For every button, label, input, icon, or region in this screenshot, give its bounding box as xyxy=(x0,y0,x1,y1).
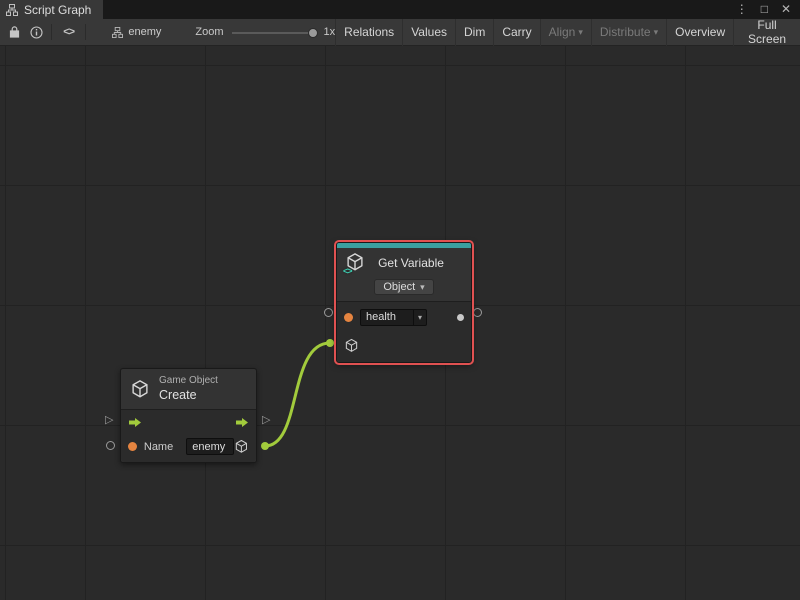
zoom-slider-track xyxy=(232,32,318,34)
scope-row: Object ▾ xyxy=(337,274,471,301)
node-title: Get Variable xyxy=(369,256,463,270)
flow-out-arrow-icon[interactable] xyxy=(235,417,249,428)
kebab-menu-icon[interactable]: ⋮ xyxy=(736,0,748,19)
info-icon[interactable] xyxy=(26,19,48,46)
node-body: health ▾ xyxy=(337,302,471,362)
toolbar-buttons: Relations Values Dim Carry Align ▾ Distr… xyxy=(335,19,800,46)
node-category: Game Object xyxy=(159,375,218,388)
zoom-slider[interactable] xyxy=(232,19,318,46)
align-button[interactable]: Align ▾ xyxy=(540,19,591,46)
values-button[interactable]: Values xyxy=(402,19,455,46)
value-input-dot[interactable] xyxy=(344,313,353,322)
node-create-game-object[interactable]: Game Object Create Name xyxy=(120,368,257,463)
node-header: <> Get Variable xyxy=(337,248,471,274)
node-body: Name enemy xyxy=(121,410,256,462)
toolbar-separator xyxy=(85,24,86,40)
lock-icon[interactable] xyxy=(4,19,26,46)
maximize-icon[interactable]: □ xyxy=(761,0,768,19)
gameobject-target-row xyxy=(337,332,471,362)
graph-canvas[interactable]: ▷ ▷ <> Get Variable xyxy=(0,46,800,600)
gameobject-output-port-icon[interactable] xyxy=(234,439,249,454)
variable-cube-icon: <> xyxy=(345,252,369,274)
zoom-slider-handle[interactable] xyxy=(308,28,318,38)
close-icon[interactable]: ✕ xyxy=(781,0,791,19)
dim-button[interactable]: Dim xyxy=(455,19,493,46)
code-icon[interactable]: <> xyxy=(56,19,81,46)
distribute-button[interactable]: Distribute ▾ xyxy=(591,19,666,46)
tab-label: Script Graph xyxy=(24,3,91,17)
name-label: Name xyxy=(144,441,173,453)
node-get-variable[interactable]: <> Get Variable Object ▾ health ▾ xyxy=(336,242,472,363)
graph-name: enemy xyxy=(128,26,161,38)
carry-button[interactable]: Carry xyxy=(493,19,539,46)
node-header: Game Object Create xyxy=(121,369,256,409)
graph-reference[interactable]: enemy xyxy=(112,26,161,38)
chevron-down-icon: ▾ xyxy=(420,282,425,293)
chevron-down-icon: ▾ xyxy=(578,27,583,38)
tab-script-graph[interactable]: Script Graph xyxy=(0,0,103,19)
wire-end-dot xyxy=(326,339,334,347)
code-icon: <> xyxy=(343,266,352,276)
create-control-input-port[interactable]: ▷ xyxy=(105,415,113,426)
gameobject-port-icon[interactable] xyxy=(344,338,359,353)
create-name-input-port[interactable] xyxy=(106,441,115,450)
graph-icon xyxy=(6,4,18,16)
zoom-label: Zoom xyxy=(195,26,223,38)
zoom-value: 1x xyxy=(324,26,336,38)
chevron-down-icon: ▾ xyxy=(654,27,659,38)
node-title: Create xyxy=(159,388,218,404)
unity-script-graph-window: Script Graph ⋮ □ ✕ <> xyxy=(0,0,800,600)
toolbar-separator xyxy=(51,24,52,40)
window-controls: ⋮ □ ✕ xyxy=(736,0,800,19)
gameobject-cube-icon xyxy=(130,379,150,399)
variable-name-row: health ▾ xyxy=(337,302,471,332)
relations-button[interactable]: Relations xyxy=(335,19,402,46)
getvar-value-output-port[interactable] xyxy=(473,308,482,317)
variable-scope-dropdown[interactable]: Object ▾ xyxy=(374,279,433,295)
name-field[interactable]: enemy xyxy=(186,438,234,455)
wire-start-dot xyxy=(261,442,269,450)
toolbar: <> enemy Zoom 1x Relations Values xyxy=(0,19,800,46)
name-input-dot[interactable] xyxy=(128,442,137,451)
name-input-row: Name enemy xyxy=(121,434,256,462)
titlebar: Script Graph ⋮ □ ✕ xyxy=(0,0,800,19)
control-flow-row xyxy=(121,410,256,434)
chevron-down-icon[interactable]: ▾ xyxy=(413,310,426,325)
graph-icon xyxy=(112,27,123,38)
full-screen-button[interactable]: Full Screen xyxy=(733,19,800,46)
flow-in-arrow-icon[interactable] xyxy=(128,417,142,428)
create-control-output-port[interactable]: ▷ xyxy=(262,415,270,426)
variable-name-field[interactable]: health ▾ xyxy=(360,309,427,326)
overview-button[interactable]: Overview xyxy=(666,19,733,46)
node-titles: Game Object Create xyxy=(159,375,218,403)
value-output-dot[interactable] xyxy=(457,314,464,321)
getvar-value-input-port[interactable] xyxy=(324,308,333,317)
